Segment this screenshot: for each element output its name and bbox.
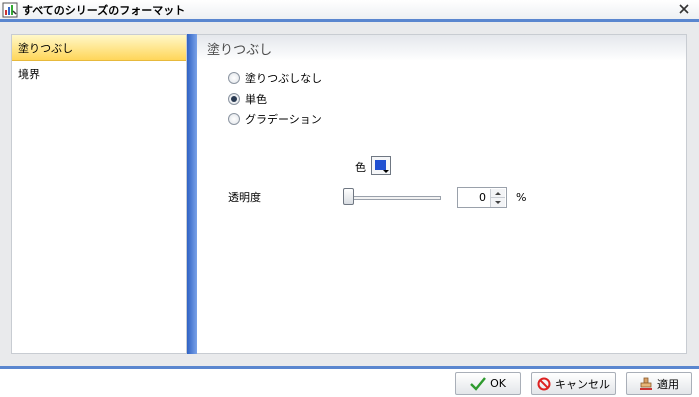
- radio-button[interactable]: [228, 93, 240, 105]
- checkmark-icon: [470, 376, 486, 391]
- color-swatch: [375, 160, 386, 170]
- radio-label: グラデーション: [245, 113, 322, 126]
- radio-label: 単色: [245, 93, 267, 106]
- ok-label: OK: [490, 377, 506, 390]
- radio-button[interactable]: [228, 113, 240, 125]
- title-bar: すべてのシリーズのフォーマット: [0, 0, 699, 19]
- settings-panel: 塗りつぶし 塗りつぶしなし 単色 グラデーション 色 透明度 0 %: [197, 34, 687, 354]
- cancel-label: キャンセル: [555, 377, 610, 391]
- category-item-label: 境界: [18, 68, 40, 81]
- apply-stamp-icon: [640, 377, 652, 390]
- arrow-up-icon: [495, 191, 501, 195]
- panel-title: 塗りつぶし: [197, 35, 686, 61]
- spin-down-button[interactable]: [490, 198, 505, 207]
- radio-solid-fill[interactable]: 単色: [228, 91, 267, 107]
- transparency-slider-thumb[interactable]: [343, 188, 354, 205]
- close-icon: [679, 4, 689, 14]
- category-item-label: 塗りつぶし: [18, 41, 74, 55]
- apply-button[interactable]: 適用: [626, 372, 692, 395]
- panel-separator: [187, 34, 197, 354]
- apply-label: 適用: [657, 377, 679, 391]
- button-bar: OK キャンセル 適用: [0, 369, 699, 397]
- transparency-spinbox[interactable]: 0: [457, 187, 507, 208]
- window-title: すべてのシリーズのフォーマット: [22, 3, 186, 17]
- category-list: 塗りつぶし 境界: [11, 34, 187, 354]
- color-label: 色: [355, 161, 366, 174]
- radio-button[interactable]: [228, 72, 240, 84]
- radio-gradient-fill[interactable]: グラデーション: [228, 111, 322, 127]
- percent-unit: %: [516, 191, 527, 204]
- chart-format-icon: [2, 2, 18, 17]
- spin-up-button[interactable]: [490, 189, 505, 198]
- color-picker-button[interactable]: [371, 156, 391, 175]
- category-item-border[interactable]: 境界: [12, 61, 186, 87]
- radio-label: 塗りつぶしなし: [245, 72, 323, 85]
- transparency-value: 0: [479, 191, 486, 204]
- category-item-fill[interactable]: 塗りつぶし: [12, 35, 186, 61]
- cancel-button[interactable]: キャンセル: [531, 372, 616, 395]
- arrow-down-icon: [495, 201, 501, 204]
- close-button[interactable]: [677, 2, 691, 16]
- transparency-label: 透明度: [228, 191, 261, 204]
- ok-button[interactable]: OK: [455, 372, 521, 395]
- transparency-slider-track[interactable]: [343, 196, 441, 200]
- cancel-icon: [537, 377, 551, 390]
- radio-no-fill[interactable]: 塗りつぶしなし: [228, 70, 322, 86]
- dropdown-arrow-icon: [383, 170, 389, 173]
